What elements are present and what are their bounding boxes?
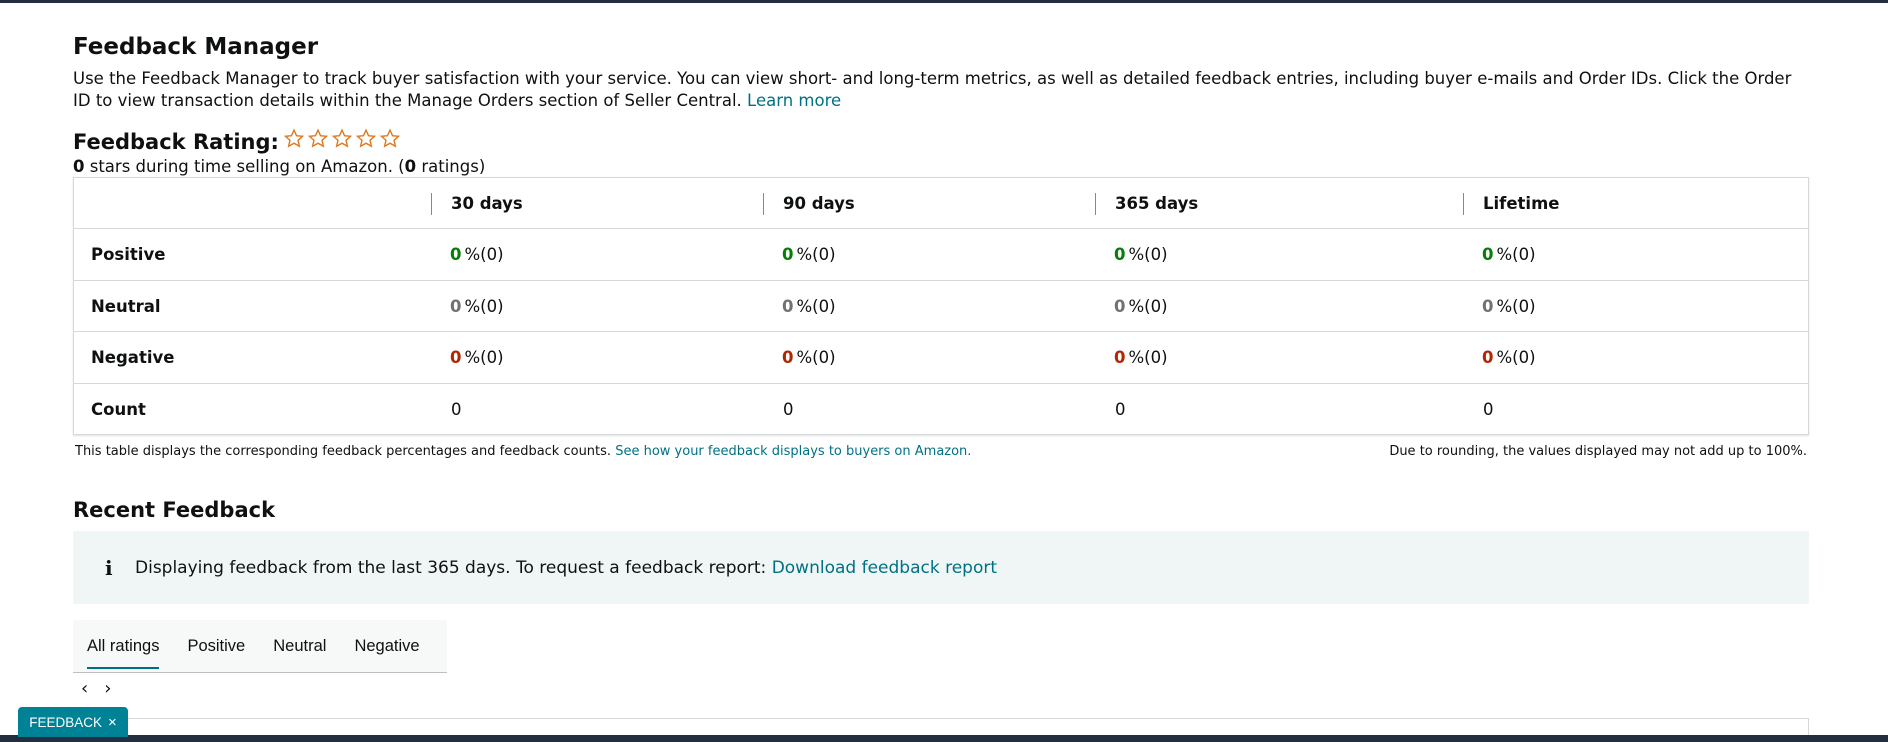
row-label-neutral: Neutral xyxy=(91,296,161,316)
neutral-365-value: 0 xyxy=(1114,296,1126,316)
negative-365-count: %(0) xyxy=(1128,348,1168,367)
star-icon xyxy=(331,128,354,150)
neutral-30-count: %(0) xyxy=(464,296,504,316)
neutral-30-days: 0 %(0) xyxy=(450,281,504,331)
page-description: Use the Feedback Manager to track buyer … xyxy=(73,68,1813,112)
negative-lifetime: 0 %(0) xyxy=(1482,332,1536,383)
table-row-count: Count 0 0 0 0 xyxy=(74,384,1808,434)
table-note-text: This table displays the corresponding fe… xyxy=(75,444,612,459)
row-label-count: Count xyxy=(91,399,146,419)
column-separator xyxy=(1463,193,1464,215)
count-365-days: 0 xyxy=(1115,399,1126,419)
positive-365-value: 0 xyxy=(1114,245,1126,264)
feedback-tab-button[interactable]: FEEDBACK × xyxy=(18,707,128,737)
positive-365-count: %(0) xyxy=(1128,245,1168,264)
feedback-display-link[interactable]: See how your feedback displays to buyers… xyxy=(615,444,971,459)
negative-90-count: %(0) xyxy=(796,348,836,367)
negative-90-value: 0 xyxy=(782,348,794,367)
header-30-days: 30 days xyxy=(451,193,523,213)
negative-30-count: %(0) xyxy=(464,348,504,367)
info-icon: i xyxy=(105,555,113,580)
positive-30-days: 0 %(0) xyxy=(450,229,504,280)
stars-value: 0 xyxy=(73,157,85,176)
pagination: ‹ › xyxy=(81,678,127,699)
column-separator xyxy=(763,193,764,215)
close-icon[interactable]: × xyxy=(108,714,117,731)
count-90-days: 0 xyxy=(783,399,794,419)
tab-neutral[interactable]: Neutral xyxy=(259,620,340,673)
learn-more-link[interactable]: Learn more xyxy=(747,91,841,110)
count-lifetime: 0 xyxy=(1483,399,1494,419)
ratings-value: 0 xyxy=(404,157,417,176)
neutral-365-days: 0 %(0) xyxy=(1114,281,1168,331)
tab-all-ratings[interactable]: All ratings xyxy=(73,620,173,673)
rating-tabs: All ratings Positive Neutral Negative xyxy=(73,620,447,673)
negative-lifetime-count: %(0) xyxy=(1496,348,1536,367)
download-report-link[interactable]: Download feedback report xyxy=(772,558,997,578)
negative-90-days: 0 %(0) xyxy=(782,332,836,383)
positive-30-value: 0 xyxy=(450,245,462,264)
star-icon xyxy=(379,128,402,150)
neutral-90-value: 0 xyxy=(782,296,794,316)
header-90-days: 90 days xyxy=(783,193,855,213)
feedback-metrics-table: 30 days 90 days 365 days Lifetime Positi… xyxy=(73,177,1809,435)
positive-90-value: 0 xyxy=(782,245,794,264)
neutral-lifetime: 0 %(0) xyxy=(1482,281,1536,331)
positive-lifetime: 0 %(0) xyxy=(1482,229,1536,280)
row-label-negative: Negative xyxy=(91,348,175,367)
table-note: This table displays the corresponding fe… xyxy=(75,444,971,459)
column-separator xyxy=(431,193,432,215)
rating-summary: 0 stars during time selling on Amazon. (… xyxy=(73,157,485,176)
table-row-positive: Positive 0 %(0) 0 %(0) 0 %(0) 0 %(0) xyxy=(74,229,1808,281)
tab-positive[interactable]: Positive xyxy=(173,620,259,673)
chevron-left-icon[interactable]: ‹ xyxy=(81,678,88,699)
column-separator xyxy=(1095,193,1096,215)
feedback-rating-label: Feedback Rating: xyxy=(73,130,279,154)
star-icon xyxy=(355,128,378,150)
table-header-row: 30 days 90 days 365 days Lifetime xyxy=(74,178,1808,229)
negative-30-value: 0 xyxy=(450,348,462,367)
neutral-lifetime-count: %(0) xyxy=(1496,296,1536,316)
negative-365-value: 0 xyxy=(1114,348,1126,367)
table-row-neutral: Neutral 0 %(0) 0 %(0) 0 %(0) 0 %(0) xyxy=(74,281,1808,332)
negative-lifetime-value: 0 xyxy=(1482,348,1494,367)
feedback-rating: Feedback Rating: xyxy=(73,128,403,154)
info-message: Displaying feedback from the last 365 da… xyxy=(135,558,997,578)
positive-lifetime-count: %(0) xyxy=(1496,245,1536,264)
description-text: Use the Feedback Manager to track buyer … xyxy=(73,69,1792,110)
top-bar xyxy=(0,0,1888,3)
chevron-right-icon[interactable]: › xyxy=(104,678,111,699)
positive-lifetime-value: 0 xyxy=(1482,245,1494,264)
neutral-30-value: 0 xyxy=(450,296,462,316)
rounding-note: Due to rounding, the values displayed ma… xyxy=(1389,444,1807,459)
info-alert: i Displaying feedback from the last 365 … xyxy=(73,531,1809,604)
stars-text: stars during time selling on Amazon. ( xyxy=(84,157,405,176)
positive-30-count: %(0) xyxy=(464,245,504,264)
feedback-tab-label: FEEDBACK xyxy=(29,714,102,730)
negative-30-days: 0 %(0) xyxy=(450,332,504,383)
neutral-90-count: %(0) xyxy=(796,296,836,316)
neutral-90-days: 0 %(0) xyxy=(782,281,836,331)
count-30-days: 0 xyxy=(451,399,462,419)
star-icon xyxy=(283,128,306,150)
bottom-bar xyxy=(0,735,1888,742)
row-label-positive: Positive xyxy=(91,245,166,264)
tab-negative[interactable]: Negative xyxy=(340,620,433,673)
ratings-text: ratings) xyxy=(416,157,486,176)
positive-90-count: %(0) xyxy=(796,245,836,264)
header-365-days: 365 days xyxy=(1115,193,1199,213)
neutral-365-count: %(0) xyxy=(1128,296,1168,316)
neutral-lifetime-value: 0 xyxy=(1482,296,1494,316)
positive-90-days: 0 %(0) xyxy=(782,229,836,280)
info-text: Displaying feedback from the last 365 da… xyxy=(135,557,767,578)
star-rating xyxy=(283,128,403,150)
recent-feedback-title: Recent Feedback xyxy=(73,498,276,522)
negative-365-days: 0 %(0) xyxy=(1114,332,1168,383)
table-row-negative: Negative 0 %(0) 0 %(0) 0 %(0) 0 %(0) xyxy=(74,332,1808,384)
star-icon xyxy=(307,128,330,150)
page-title: Feedback Manager xyxy=(73,34,319,60)
header-lifetime: Lifetime xyxy=(1483,193,1560,213)
positive-365-days: 0 %(0) xyxy=(1114,229,1168,280)
